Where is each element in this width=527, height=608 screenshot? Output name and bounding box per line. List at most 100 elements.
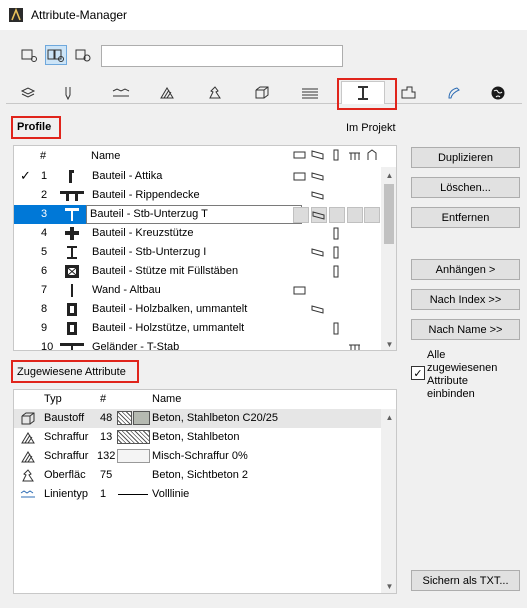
profile-rows: ✓ 1 Bauteil - Attika 2 Bauteil - Rippend… (14, 167, 381, 351)
beam-usage-icon (311, 248, 324, 257)
by-name-button[interactable]: Nach Name >> (411, 319, 520, 340)
beam-usage-cell[interactable] (311, 207, 327, 223)
type-column-header[interactable]: Typ (44, 393, 62, 405)
surface-icon (209, 85, 221, 98)
table-row[interactable]: 10 Geländer - T-Stab (14, 338, 381, 351)
remove-button[interactable]: Entfernen (411, 207, 520, 228)
beam-column-icon (311, 150, 324, 160)
railing-usage-icon (349, 344, 360, 350)
column-usage-icon (333, 246, 339, 259)
table-row[interactable]: Baustoff 48 Beton, Stahlbeton C20/25 (14, 409, 381, 428)
attr-name: Misch-Schraffur 0% (152, 450, 248, 462)
by-index-button[interactable]: Nach Index >> (411, 289, 520, 310)
name-column-header[interactable]: Name (152, 393, 181, 405)
tab-surfaces[interactable] (193, 82, 237, 103)
scroll-down-icon[interactable]: ▼ (381, 336, 396, 350)
tab-pens[interactable] (46, 82, 90, 103)
composite-icon (302, 88, 318, 98)
tab-highlight (337, 78, 397, 110)
list-view-button[interactable] (18, 45, 40, 65)
row-name: Bauteil - Kreuzstütze (92, 227, 194, 239)
tab-line-types[interactable] (99, 82, 143, 103)
mep-system-icon (448, 86, 460, 98)
tab-mep-systems[interactable] (432, 82, 476, 103)
location-label: Im Projekt (346, 122, 396, 134)
zone-category-icon (401, 86, 416, 98)
building-material-icon (255, 86, 269, 98)
table-row[interactable]: 5 Bauteil - Stb-Unterzug I (14, 243, 381, 262)
scroll-up-icon[interactable]: ▲ (381, 167, 396, 183)
globe-icon (491, 86, 505, 99)
profile-preview-icon (65, 227, 79, 240)
wall-usage-cell[interactable] (293, 207, 309, 223)
attr-type: Baustoff (44, 412, 85, 424)
index-column-header[interactable]: # (40, 150, 46, 162)
column-usage-cell[interactable] (329, 207, 345, 223)
table-row[interactable]: 7 Wand - Altbau (14, 281, 381, 300)
row-index: 9 (41, 322, 48, 334)
surface-icon (22, 469, 34, 482)
table-row[interactable]: Oberfläc 75 Beton, Sichtbeton 2 (14, 466, 381, 485)
name-column-header[interactable]: Name (91, 150, 120, 162)
tab-building-materials[interactable] (240, 82, 284, 103)
wall-usage-icon (293, 286, 306, 295)
attribute-tab-bar (6, 81, 522, 104)
append-button[interactable]: Anhängen > (411, 259, 520, 280)
row-index: 1 (41, 170, 48, 182)
table-row[interactable]: Linientyp 1 Volllinie (14, 485, 381, 504)
search-input[interactable] (101, 45, 343, 67)
attr-index: 13 (100, 431, 113, 443)
column-usage-icon (333, 265, 339, 278)
duplicate-button[interactable]: Duplizieren (411, 147, 520, 168)
attr-type: Schraffur (44, 431, 89, 443)
compare-view-button[interactable] (45, 45, 67, 65)
attr-type: Linientyp (44, 488, 89, 500)
scroll-thumb[interactable] (384, 184, 394, 244)
table-row[interactable]: 2 Bauteil - Rippendecke (14, 186, 381, 205)
assigned-table-scrollbar[interactable]: ▲ ▼ (381, 409, 396, 593)
fill-icon (160, 86, 174, 98)
table-row-selected[interactable]: 3 Bauteil - Stb-Unterzug T (14, 205, 381, 224)
tab-layers[interactable] (6, 82, 50, 103)
index-column-header[interactable]: # (100, 393, 106, 405)
profile-preview-icon (69, 170, 74, 183)
rename-field[interactable]: Bauteil - Stb-Unterzug T (86, 205, 302, 224)
table-row[interactable]: Schraffur 132 Misch-Schraffur 0% (14, 447, 381, 466)
row-name: Geländer - T-Stab (92, 341, 180, 351)
search-view-button[interactable] (72, 45, 94, 65)
profile-table-scrollbar[interactable]: ▲ ▼ (381, 167, 396, 350)
table-row[interactable]: Schraffur 13 Beton, Stahlbeton (14, 428, 381, 447)
profile-preview-icon (65, 208, 79, 221)
attr-name: Beton, Stahlbeton (152, 431, 240, 443)
row-name: Bauteil - Attika (92, 170, 163, 182)
archicad-icon (9, 8, 23, 22)
delete-button[interactable]: Löschen... (411, 177, 520, 198)
table-row[interactable]: 9 Bauteil - Holzstütze, ummantelt (14, 319, 381, 338)
tab-fills[interactable] (145, 82, 189, 103)
line-type-icon (112, 87, 130, 96)
attr-name: Beton, Stahlbeton C20/25 (152, 412, 278, 424)
tab-operation-profiles[interactable] (476, 82, 520, 103)
table-row[interactable]: 4 Bauteil - Kreuzstütze (14, 224, 381, 243)
scroll-down-icon[interactable]: ▼ (381, 578, 396, 593)
row-name: Bauteil - Stb-Unterzug I (92, 246, 207, 258)
profile-preview-icon (67, 322, 77, 335)
tab-composites[interactable] (288, 82, 332, 103)
railing-column-icon (349, 152, 360, 160)
profile-table: # Name ✓ 1 Bauteil - Attika 2 Bauteil - … (13, 145, 397, 351)
fill-swatch (117, 411, 132, 425)
table-row[interactable]: ✓ 1 Bauteil - Attika (14, 167, 381, 186)
row-index: 10 (41, 341, 54, 351)
attr-index: 75 (100, 469, 113, 481)
save-txt-button[interactable]: Sichern als TXT... (411, 570, 520, 591)
scroll-up-icon[interactable]: ▲ (381, 409, 396, 425)
assigned-table-header: Typ # Name (14, 390, 396, 409)
table-row[interactable]: 6 Bauteil - Stütze mit Füllstäben (14, 262, 381, 281)
railing-usage-cell[interactable] (347, 207, 363, 223)
include-all-checkbox[interactable]: ✓ (411, 366, 425, 380)
profile-preview-icon (60, 191, 84, 201)
opening-usage-cell[interactable] (364, 207, 380, 223)
row-name: Bauteil - Holzbalken, ummantelt (92, 303, 248, 315)
wall-usage-icon (293, 172, 306, 181)
table-row[interactable]: 8 Bauteil - Holzbalken, ummantelt (14, 300, 381, 319)
